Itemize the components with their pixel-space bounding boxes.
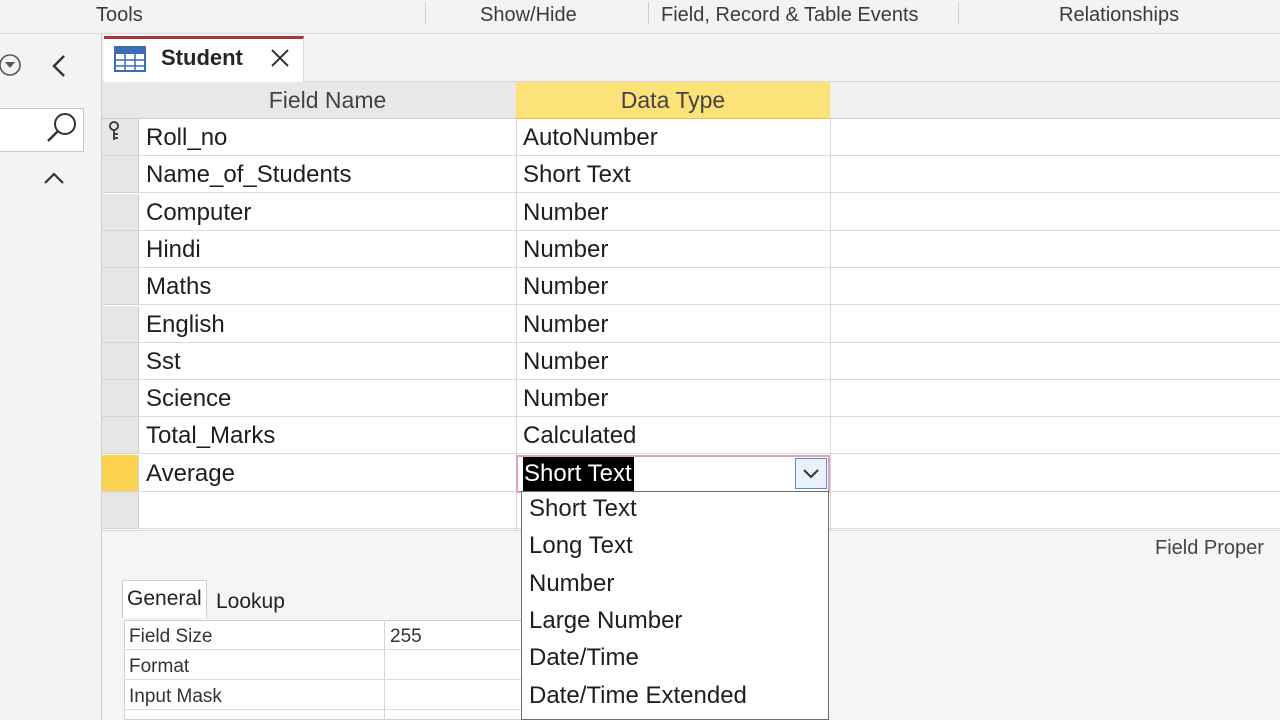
tab-lookup[interactable]: Lookup <box>212 584 289 622</box>
ribbon-separator <box>958 2 959 24</box>
field-name-cell[interactable]: Computer <box>146 194 251 231</box>
table-row[interactable] <box>102 306 1280 343</box>
field-name-cell[interactable]: Hindi <box>146 231 201 268</box>
data-type-cell[interactable]: Short Text <box>523 156 631 193</box>
select-all-corner[interactable] <box>102 82 139 119</box>
data-type-option[interactable]: Date/Time <box>529 644 639 672</box>
chevron-down-icon <box>803 469 819 479</box>
ribbon-separator <box>425 2 426 24</box>
search-icon[interactable] <box>44 110 80 146</box>
data-type-cell[interactable]: Number <box>523 343 608 380</box>
table-row[interactable] <box>102 417 1280 454</box>
data-type-option[interactable]: Date/Time Extended <box>529 682 747 710</box>
data-type-combo-value[interactable]: Short Text <box>523 457 634 491</box>
property-field-size-value[interactable]: 255 <box>390 622 422 652</box>
column-header-field-name[interactable]: Field Name <box>139 82 516 119</box>
data-type-cell[interactable]: AutoNumber <box>523 119 658 156</box>
ribbon-group-relationships: Relationships <box>1059 4 1180 26</box>
table-row[interactable] <box>102 194 1280 231</box>
table-row[interactable] <box>102 343 1280 380</box>
ribbon-group-show-hide: Show/Hide <box>480 4 577 26</box>
ribbon-group-field-record-table-events: Field, Record & Table Events <box>661 4 919 26</box>
tab-general[interactable]: General <box>122 580 207 618</box>
grid-divider <box>830 119 831 530</box>
row-selector[interactable] <box>102 194 139 231</box>
row-selector[interactable] <box>102 492 139 529</box>
data-type-option[interactable]: Short Text <box>529 495 637 523</box>
data-type-cell[interactable]: Number <box>523 380 608 417</box>
row-selector[interactable] <box>102 455 139 492</box>
row-selector[interactable] <box>102 156 139 193</box>
field-properties-label: Field Proper <box>1155 537 1264 559</box>
row-selector[interactable] <box>102 268 139 305</box>
table-row[interactable] <box>102 119 1280 156</box>
data-type-dropdown-button[interactable] <box>795 458 827 489</box>
ribbon-group-tools: Tools <box>96 4 143 26</box>
row-selector[interactable] <box>102 343 139 380</box>
data-type-cell[interactable]: Number <box>523 194 608 231</box>
table-row[interactable] <box>102 380 1280 417</box>
data-type-option[interactable]: Long Text <box>529 532 633 560</box>
tab-student-label: Student <box>161 45 243 70</box>
chevron-up-icon[interactable] <box>40 166 68 190</box>
row-selector[interactable] <box>102 380 139 417</box>
field-name-cell[interactable]: English <box>146 306 225 343</box>
data-type-cell[interactable]: Calculated <box>523 417 636 454</box>
ribbon-group-labels: Tools Show/Hide Field, Record & Table Ev… <box>0 0 1280 34</box>
chevron-circle-down-icon[interactable] <box>0 53 24 77</box>
data-type-cell[interactable]: Number <box>523 268 608 305</box>
chevron-left-icon[interactable] <box>48 52 72 80</box>
field-name-cell[interactable]: Roll_no <box>146 119 227 156</box>
field-name-cell[interactable]: Sst <box>146 343 181 380</box>
data-type-option[interactable]: Number <box>529 570 614 598</box>
row-selector[interactable] <box>102 306 139 343</box>
data-type-cell[interactable]: Number <box>523 306 608 343</box>
property-format-label: Format <box>129 656 190 677</box>
table-icon <box>114 46 146 72</box>
close-icon[interactable] <box>266 44 294 72</box>
field-name-cell[interactable]: Total_Marks <box>146 417 275 454</box>
ribbon-separator <box>648 2 649 24</box>
table-row[interactable] <box>102 231 1280 268</box>
property-field-size-label: Field Size <box>129 626 213 647</box>
column-header-data-type[interactable]: Data Type <box>516 82 830 119</box>
property-input-mask-label: Input Mask <box>129 686 222 707</box>
row-selector[interactable] <box>102 417 139 454</box>
field-name-cell[interactable]: Maths <box>146 268 211 305</box>
field-name-cell[interactable]: Average <box>146 455 235 492</box>
data-type-option[interactable]: Large Number <box>529 607 682 635</box>
field-name-cell[interactable]: Name_of_Students <box>146 156 351 193</box>
table-row[interactable] <box>102 268 1280 305</box>
row-selector[interactable] <box>102 231 139 268</box>
data-type-cell[interactable]: Number <box>523 231 608 268</box>
field-name-cell[interactable]: Science <box>146 380 231 417</box>
primary-key-icon <box>109 121 119 140</box>
column-header-description[interactable] <box>830 82 1280 119</box>
